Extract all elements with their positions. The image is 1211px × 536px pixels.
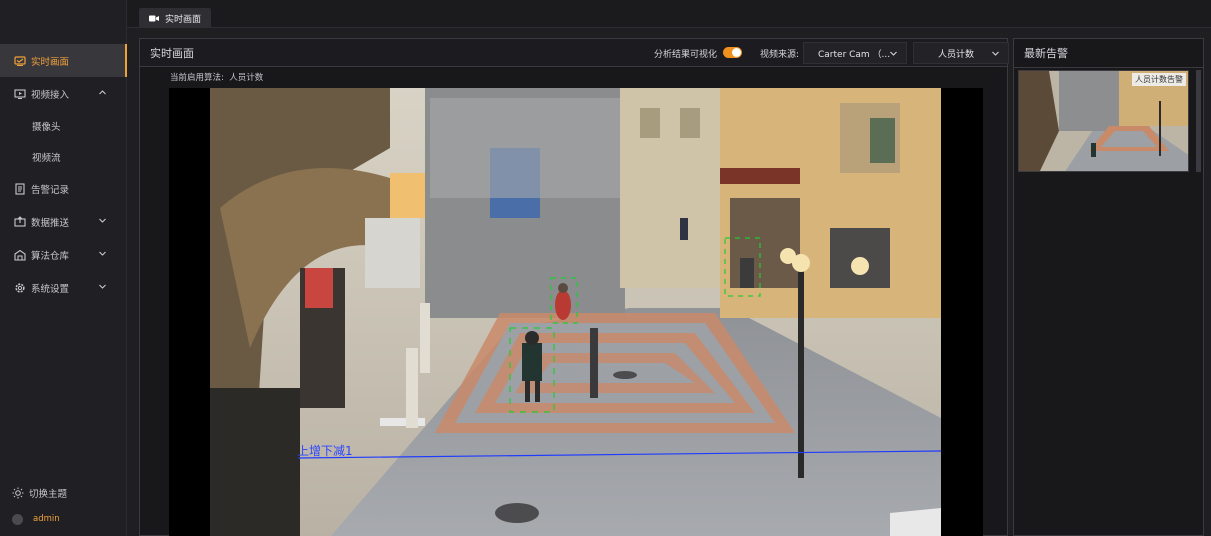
sidebar-item-label: 视频接入: [31, 89, 70, 101]
sidebar-item-data-push[interactable]: 数据推送: [0, 205, 127, 238]
video-input-icon: [14, 88, 26, 100]
sidebar-item-live-view[interactable]: 实时画面: [0, 44, 127, 77]
sidebar-item-alert-records[interactable]: 告警记录: [0, 172, 127, 205]
live-view-header: 实时画面 分析结果可视化 视频来源: Carter Cam （... 人员计数: [140, 39, 1009, 67]
app-root: 实时画面 视频接入 摄像头 视频流 告警记录 数据推送 算法仓库 系统设置 切换…: [0, 0, 1211, 536]
sidebar-item-system-settings[interactable]: 系统设置: [0, 271, 127, 304]
sidebar-item-label: 系统设置: [31, 283, 70, 295]
warehouse-icon: [14, 249, 26, 261]
live-view-panel: 实时画面 分析结果可视化 视频来源: Carter Cam （... 人员计数 …: [139, 38, 1009, 536]
counting-line-label: 上增下减1: [297, 444, 353, 458]
camera-feed-image: [210, 88, 941, 536]
sun-icon: [12, 487, 24, 499]
tab-bar: 实时画面: [127, 0, 1211, 28]
panel-title: 最新告警: [1024, 47, 1068, 60]
sidebar-item-label: 告警记录: [31, 184, 70, 196]
visualize-toggle[interactable]: [723, 47, 742, 58]
video-source-select[interactable]: Carter Cam （...: [803, 42, 907, 64]
algorithm-value: 人员计数: [938, 49, 975, 60]
alert-type-badge: 人员计数告警: [1132, 73, 1186, 86]
username: admin: [33, 514, 60, 524]
alerts-scrollbar[interactable]: [1196, 70, 1201, 172]
video-player[interactable]: 上增下减1: [169, 88, 983, 536]
panel-title: 实时画面: [150, 47, 194, 60]
tab-label: 实时画面: [165, 14, 202, 25]
sidebar-subitem-camera[interactable]: 摄像头: [0, 110, 127, 141]
theme-toggle-button[interactable]: 切换主题: [0, 480, 127, 506]
chevron-down-icon: [99, 284, 106, 289]
divider: [1014, 67, 1203, 68]
sidebar-item-label: 数据推送: [31, 217, 70, 229]
chevron-down-icon: [992, 51, 999, 56]
alert-thumbnail: [1019, 71, 1188, 171]
sidebar-item-label: 实时画面: [31, 56, 70, 68]
theme-toggle-label: 切换主题: [29, 489, 68, 500]
monitor-icon: [14, 55, 26, 67]
sidebar-item-algorithm-store[interactable]: 算法仓库: [0, 238, 127, 271]
video-source-value: Carter Cam （...: [818, 49, 891, 60]
sidebar-item-video-input[interactable]: 视频接入: [0, 77, 127, 110]
camera-icon: [149, 15, 159, 21]
chevron-down-icon: [890, 51, 897, 56]
sidebar-subitem-stream[interactable]: 视频流: [0, 141, 127, 172]
sidebar: 实时画面 视频接入 摄像头 视频流 告警记录 数据推送 算法仓库 系统设置 切换…: [0, 0, 127, 536]
chevron-down-icon: [99, 251, 106, 256]
sidebar-item-label: 算法仓库: [31, 250, 70, 262]
alert-card[interactable]: 人员计数告警: [1018, 70, 1189, 172]
gear-icon: [14, 282, 26, 294]
tab-live-view[interactable]: 实时画面: [139, 8, 212, 28]
avatar: [12, 513, 23, 525]
document-icon: [14, 182, 26, 195]
push-icon: [14, 215, 26, 228]
video-source-label: 视频来源:: [760, 50, 800, 60]
sidebar-subitem-label: 摄像头: [32, 121, 61, 133]
user-menu[interactable]: admin: [0, 506, 127, 532]
sidebar-subitem-label: 视频流: [32, 152, 61, 164]
chevron-up-icon: [99, 90, 106, 95]
algorithm-select[interactable]: 人员计数: [913, 42, 1009, 64]
visualize-label: 分析结果可视化: [654, 50, 718, 60]
chevron-down-icon: [99, 218, 106, 223]
sidebar-menu: 实时画面 视频接入 摄像头 视频流 告警记录 数据推送 算法仓库 系统设置: [0, 44, 127, 304]
current-algorithm: 当前启用算法: 人员计数: [170, 71, 263, 83]
current-algorithm-label: 当前启用算法:: [170, 73, 224, 83]
sidebar-footer: 切换主题 admin: [0, 480, 127, 532]
current-algorithm-value: 人员计数: [229, 73, 264, 83]
latest-alerts-panel: 最新告警 人员计数告警: [1013, 38, 1204, 536]
